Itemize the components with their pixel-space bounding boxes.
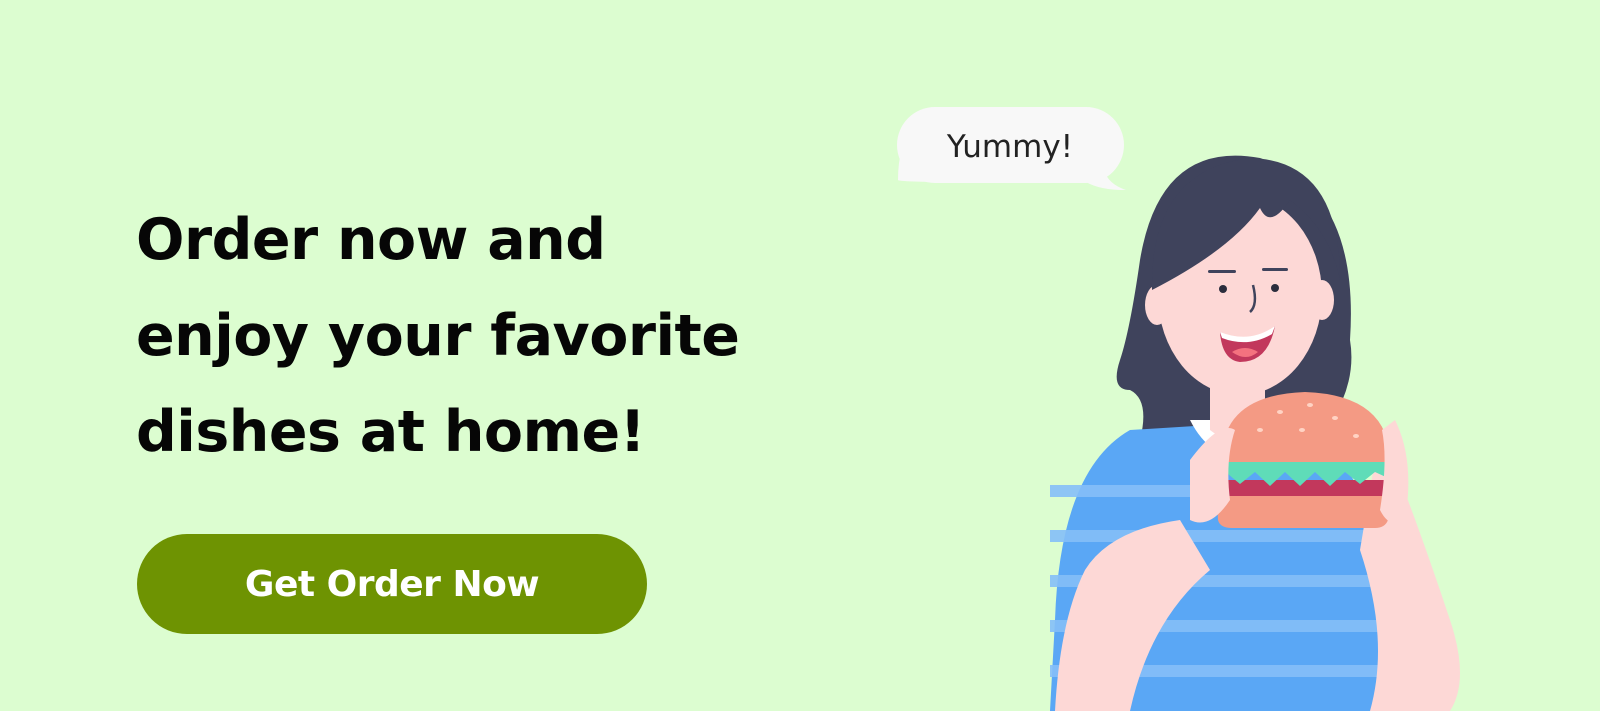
ear-right: [1310, 280, 1334, 320]
burger: [1217, 392, 1390, 528]
burger-bottom-bun: [1217, 495, 1390, 528]
headline-line-1: Order now and: [136, 207, 606, 273]
headline-line-3: dishes at home!: [136, 399, 646, 465]
speech-bubble-text: Yummy!: [946, 129, 1073, 165]
headline-line-2: enjoy your favorite: [136, 303, 740, 369]
eye-left: [1219, 285, 1227, 293]
hand-right: [1380, 420, 1409, 524]
speech-bubble: Yummy!: [897, 107, 1126, 190]
get-order-now-button[interactable]: Get Order Now: [137, 534, 647, 634]
hero-banner: Order now and enjoy your favorite dishes…: [0, 0, 1600, 711]
hero-headline: Order now and enjoy your favorite dishes…: [136, 192, 740, 480]
eye-right: [1271, 284, 1279, 292]
woman-eating-burger-illustration: Yummy!: [897, 107, 1460, 711]
ear-left: [1145, 285, 1169, 325]
